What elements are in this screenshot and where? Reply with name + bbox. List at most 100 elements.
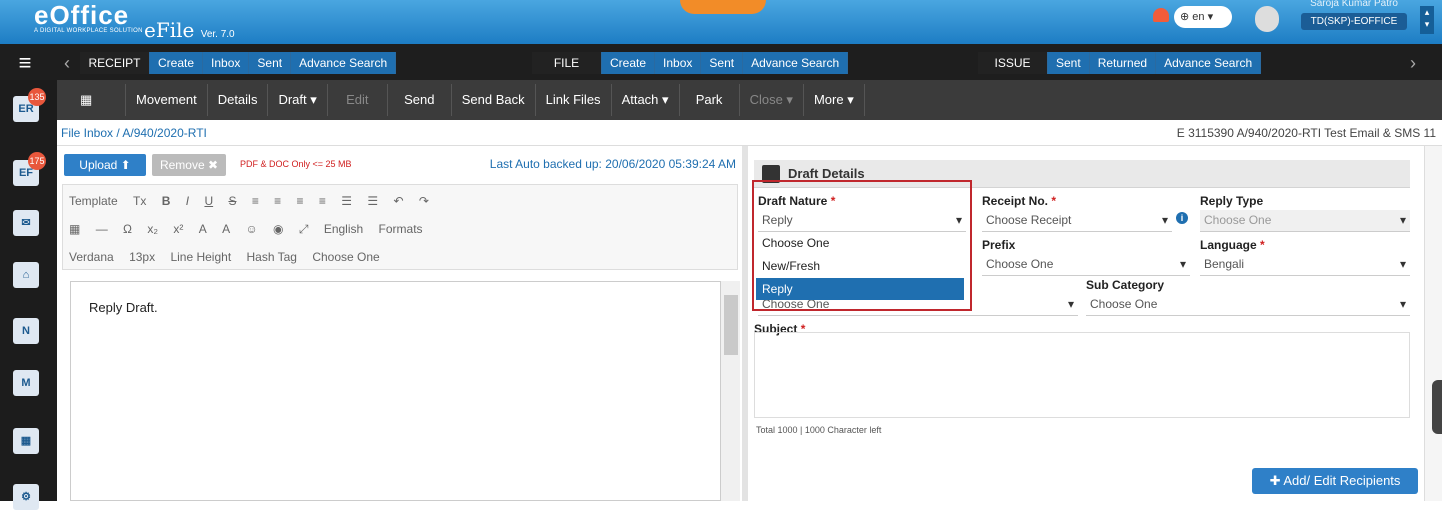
nav-file-advance-search[interactable]: Advance Search bbox=[743, 52, 849, 74]
emoticon-icon[interactable]: ☺ bbox=[245, 215, 257, 243]
nav-file-inbox[interactable]: Inbox bbox=[655, 52, 702, 74]
strikethrough-icon[interactable]: S bbox=[228, 187, 236, 215]
align-left-icon[interactable]: ≡ bbox=[252, 187, 259, 215]
draft-menu[interactable]: Draft ▾ bbox=[268, 84, 328, 116]
right-panel-scrollbar[interactable] bbox=[1424, 146, 1442, 501]
nav-issue-returned[interactable]: Returned bbox=[1089, 52, 1157, 74]
upload-note: PDF & DOC Only <= 25 MB bbox=[240, 159, 352, 169]
font-size-select[interactable]: 13px bbox=[129, 243, 155, 271]
template-select[interactable]: Template bbox=[69, 187, 118, 215]
nav-file-label[interactable]: FILE bbox=[532, 52, 602, 74]
hash-tag-select[interactable]: Hash Tag bbox=[247, 243, 297, 271]
remove-button[interactable]: Remove ✖ bbox=[152, 154, 226, 176]
notification-bell-icon[interactable] bbox=[1153, 8, 1169, 22]
nav-issue-label[interactable]: ISSUE bbox=[978, 52, 1048, 74]
park-button[interactable]: Park bbox=[680, 84, 740, 116]
align-right-icon[interactable]: ≡ bbox=[297, 187, 304, 215]
sidebar-mail-icon[interactable]: ✉ bbox=[13, 210, 39, 236]
superscript-icon[interactable]: x² bbox=[173, 215, 183, 243]
more-menu[interactable]: More ▾ bbox=[804, 84, 865, 116]
align-justify-icon[interactable]: ≡ bbox=[319, 187, 326, 215]
table-icon[interactable]: ▦ bbox=[69, 215, 80, 243]
clear-format-icon[interactable]: Tx bbox=[133, 187, 146, 215]
editor-scrollbar-thumb[interactable] bbox=[724, 295, 738, 355]
language-select[interactable]: English bbox=[324, 215, 363, 243]
nav-receipt-sent[interactable]: Sent bbox=[249, 52, 292, 74]
editor-scrollbar[interactable] bbox=[720, 281, 740, 501]
draft-text[interactable]: Reply Draft. bbox=[89, 300, 158, 315]
prefix-field[interactable]: Prefix Choose One bbox=[982, 238, 1190, 278]
file-actions: ▦ Movement Details Draft ▾ Edit Send Sen… bbox=[70, 84, 865, 116]
hamburger-menu-icon[interactable]: ≡ bbox=[8, 52, 42, 76]
sidebar-settings-icon[interactable]: ⚙ bbox=[13, 484, 39, 510]
send-button[interactable]: Send bbox=[388, 84, 452, 116]
panel-divider[interactable] bbox=[742, 146, 748, 501]
line-height-select[interactable]: Line Height bbox=[170, 243, 231, 271]
app-logo: eOffice bbox=[34, 0, 130, 30]
details-button[interactable]: Details bbox=[208, 84, 269, 116]
prefix-select[interactable]: Choose One bbox=[982, 254, 1190, 276]
bullet-list-icon[interactable]: ☰ bbox=[341, 187, 352, 215]
movement-button[interactable]: Movement bbox=[126, 84, 208, 116]
link-files-button[interactable]: Link Files bbox=[536, 84, 612, 116]
draft-editor[interactable]: Reply Draft. bbox=[70, 281, 740, 501]
reply-type-field[interactable]: Reply Type Choose One bbox=[1200, 194, 1410, 234]
nav-receipt-create[interactable]: Create bbox=[150, 52, 204, 74]
nav-receipt-label[interactable]: RECEIPT bbox=[80, 52, 150, 74]
avatar[interactable] bbox=[1255, 6, 1279, 32]
nav-file-create[interactable]: Create bbox=[602, 52, 656, 74]
formats-select[interactable]: Formats bbox=[379, 215, 423, 243]
language-field[interactable]: Language * Bengali bbox=[1200, 238, 1410, 278]
horizontal-line-icon[interactable]: — bbox=[96, 215, 108, 243]
autosave-status: Last Auto backed up: 20/06/2020 05:39:24… bbox=[489, 157, 736, 171]
redo-icon[interactable]: ↷ bbox=[419, 187, 429, 215]
subcategory-field[interactable]: Sub Category Choose One bbox=[1086, 278, 1410, 318]
undo-icon[interactable]: ↶ bbox=[393, 187, 403, 215]
language-selector[interactable]: ⊕ en ▾ bbox=[1174, 6, 1232, 28]
nav-issue-sent[interactable]: Sent bbox=[1048, 52, 1090, 74]
subject-input[interactable] bbox=[754, 332, 1410, 418]
special-char-icon[interactable]: Ω bbox=[123, 215, 132, 243]
user-menu-chevron-icon[interactable]: ▴ ▾ bbox=[1420, 6, 1434, 34]
file-details-icon[interactable]: ▦ bbox=[70, 84, 126, 116]
receipt-no-select[interactable]: Choose Receipt bbox=[982, 210, 1172, 232]
receipt-nav-group: RECEIPT Create Inbox Sent Advance Search bbox=[80, 52, 397, 74]
receipt-no-field[interactable]: Receipt No. * Choose Receipt bbox=[982, 194, 1172, 234]
subscript-icon[interactable]: x₂ bbox=[147, 215, 158, 243]
italic-icon[interactable]: I bbox=[186, 187, 189, 215]
sidebar-grid-icon[interactable]: ▦ bbox=[13, 428, 39, 454]
text-color-icon[interactable]: A bbox=[199, 215, 207, 243]
nav-receipt-inbox[interactable]: Inbox bbox=[203, 52, 250, 74]
underline-icon[interactable]: U bbox=[204, 187, 213, 215]
nav-next-arrow-icon[interactable]: › bbox=[1410, 52, 1424, 74]
nav-receipt-advance-search[interactable]: Advance Search bbox=[291, 52, 397, 74]
attach-menu[interactable]: Attach ▾ bbox=[612, 84, 680, 116]
fullscreen-icon[interactable]: ⤢ bbox=[299, 215, 309, 243]
sidebar-home-icon[interactable]: ⌂ bbox=[13, 262, 39, 288]
user-info[interactable]: Saroja Kumar Patro TD(SKP)-EOFFICE bbox=[1290, 0, 1418, 40]
nav-file-sent[interactable]: Sent bbox=[701, 52, 744, 74]
choose-one-select[interactable]: Choose One bbox=[312, 243, 379, 271]
language-select[interactable]: Bengali bbox=[1200, 254, 1410, 276]
bold-icon[interactable]: B bbox=[162, 187, 171, 215]
edit-button[interactable]: Edit bbox=[328, 84, 388, 116]
send-back-button[interactable]: Send Back bbox=[452, 84, 536, 116]
top-center-tab[interactable] bbox=[680, 0, 766, 14]
background-color-icon[interactable]: A bbox=[222, 215, 230, 243]
add-edit-recipients-button[interactable]: ✚ Add/ Edit Recipients bbox=[1252, 468, 1418, 494]
preview-icon[interactable]: ◉ bbox=[273, 215, 283, 243]
reply-type-select[interactable]: Choose One bbox=[1200, 210, 1410, 232]
breadcrumb-path[interactable]: File Inbox / A/940/2020-RTI bbox=[61, 126, 207, 140]
numbered-list-icon[interactable]: ☰ bbox=[367, 187, 378, 215]
nav-prev-arrow-icon[interactable]: ‹ bbox=[64, 52, 78, 74]
nav-issue-advance-search[interactable]: Advance Search bbox=[1156, 52, 1262, 74]
subcategory-select[interactable]: Choose One bbox=[1086, 294, 1410, 316]
align-center-icon[interactable]: ≡ bbox=[274, 187, 281, 215]
sidebar-notes-icon[interactable]: N bbox=[13, 318, 39, 344]
font-family-select[interactable]: Verdana bbox=[69, 243, 114, 271]
sidebar-manage-icon[interactable]: M bbox=[13, 370, 39, 396]
upload-button[interactable]: Upload ⬆ bbox=[64, 154, 146, 176]
side-collapse-handle[interactable] bbox=[1432, 380, 1442, 434]
close-menu[interactable]: Close ▾ bbox=[740, 84, 804, 116]
info-icon[interactable]: i bbox=[1176, 212, 1188, 224]
